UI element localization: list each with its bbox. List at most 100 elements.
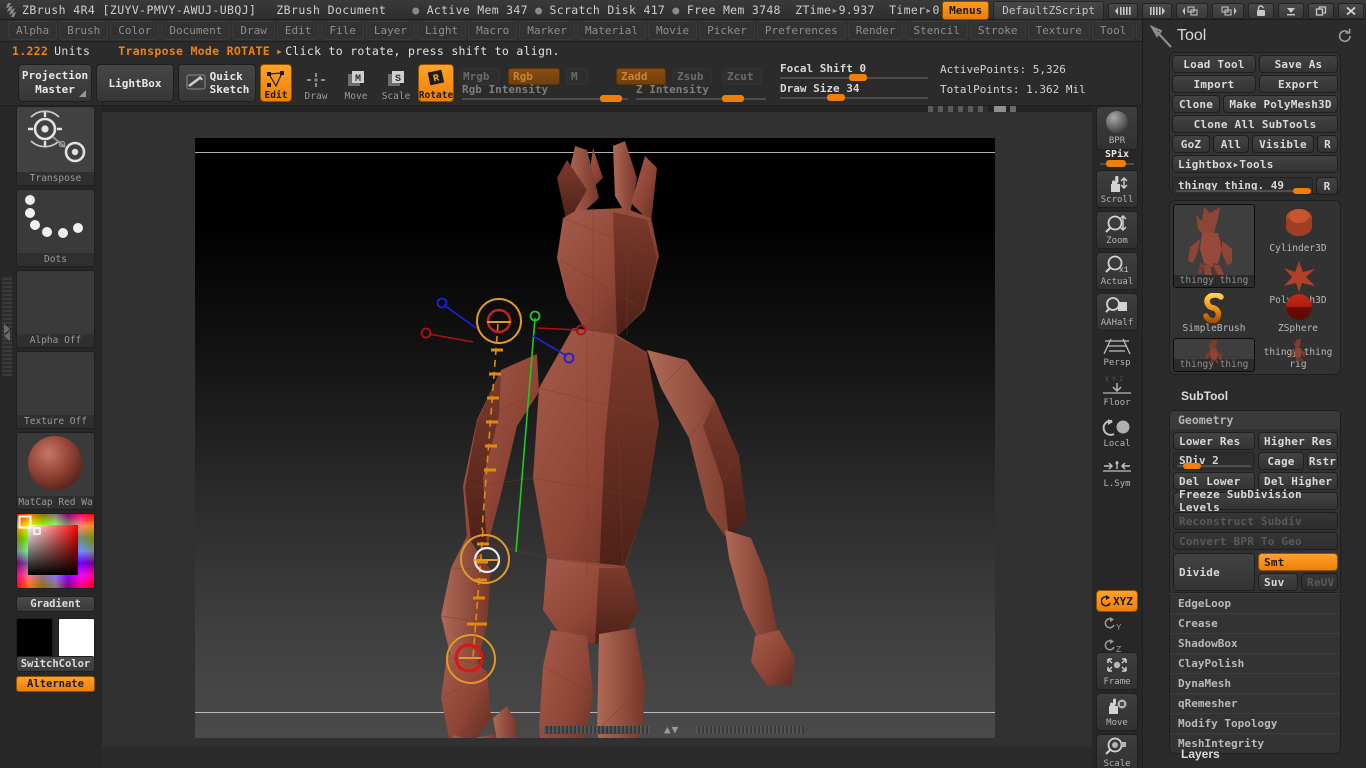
tool-thumb-thingy-thing-rig[interactable]: thingy thing rig [1259, 338, 1337, 372]
draw-button[interactable]: Draw [298, 66, 334, 102]
lightbox-tools-button[interactable]: Lightbox▸Tools [1172, 155, 1338, 173]
menu-item-brush[interactable]: Brush [59, 21, 109, 40]
current-tool-knob[interactable] [1293, 188, 1311, 194]
menus-button[interactable]: Menus [942, 1, 990, 20]
tool-thumb-thingy-thing-2[interactable]: thingy thing [1173, 338, 1255, 372]
menu-item-document[interactable]: Document [161, 21, 231, 40]
z-intensity-track[interactable] [636, 98, 766, 100]
lower-res-button[interactable]: Lower Res [1173, 432, 1255, 450]
scale-button[interactable]: S Scale [378, 66, 414, 102]
frame-button[interactable]: Frame [1096, 652, 1138, 690]
draw-size-track[interactable] [780, 97, 928, 99]
tool-thumb-cylinder3d[interactable]: Cylinder3D [1259, 204, 1337, 256]
menu-item-material[interactable]: Material [576, 21, 646, 40]
minimize-icon[interactable] [1278, 2, 1304, 19]
aahalf-button[interactable]: AAHalf [1096, 293, 1138, 331]
suv-button[interactable]: Suv [1258, 573, 1298, 591]
switchcolor-button[interactable]: SwitchColor [16, 656, 95, 672]
menu-item-macro[interactable]: Macro [468, 21, 518, 40]
move-view-button[interactable]: Move [1096, 693, 1138, 731]
rotate-xyz-button[interactable]: XYZ [1096, 590, 1138, 612]
menu-item-preferences[interactable]: Preferences [756, 21, 846, 40]
quick-sketch-button[interactable]: Quick Sketch [178, 64, 256, 102]
all-button[interactable]: All [1213, 135, 1249, 153]
cage-button[interactable]: Cage [1258, 452, 1304, 470]
rgb-intensity-knob[interactable] [600, 95, 622, 102]
local-button[interactable]: Local [1096, 414, 1138, 452]
rotate-button[interactable]: R Rotate [418, 64, 454, 102]
next-window-icon[interactable] [1212, 2, 1244, 19]
tool-thumb-thingy-thing[interactable]: thingy thing [1173, 204, 1255, 288]
current-tool-r-button[interactable]: R [1316, 177, 1338, 195]
section-modify-topology[interactable]: Modify Topology [1170, 713, 1340, 733]
tool-thumb-zsphere[interactable]: ZSphere [1259, 292, 1337, 336]
tool-thumb-simplebrush[interactable]: SimpleBrush [1173, 292, 1255, 336]
projection-master-button[interactable]: Projection Master [18, 64, 92, 102]
alternate-button[interactable]: Alternate [16, 676, 95, 692]
make-polymesh3d-button[interactable]: Make PolyMesh3D [1223, 95, 1338, 113]
goz-r-button[interactable]: R [1317, 135, 1338, 153]
layers-section-title[interactable]: Layers [1181, 747, 1220, 761]
canvas-area[interactable]: ▲▼ [102, 106, 1092, 746]
save-as-button[interactable]: Save As [1259, 55, 1338, 73]
next-zscript-icon[interactable] [1142, 2, 1172, 19]
section-shadowbox[interactable]: ShadowBox [1170, 633, 1340, 653]
section-edgeloop[interactable]: EdgeLoop [1170, 593, 1340, 613]
prev-window-icon[interactable] [1176, 2, 1208, 19]
menu-item-alpha[interactable]: Alpha [8, 21, 58, 40]
move-button[interactable]: M Move [338, 66, 374, 102]
menu-item-stencil[interactable]: Stencil [905, 21, 968, 40]
menu-item-tool[interactable]: Tool [1091, 21, 1135, 40]
smt-button[interactable]: Smt [1258, 553, 1338, 571]
prev-zscript-icon[interactable] [1108, 2, 1138, 19]
canvas-scroll-arrows-icon[interactable]: ▲▼ [664, 723, 679, 736]
floor-button[interactable]: X Y Z Floor [1096, 372, 1138, 410]
section-dynamesh[interactable]: DynaMesh [1170, 673, 1340, 693]
persp-button[interactable]: Persp [1096, 334, 1138, 370]
refresh-icon[interactable] [1337, 28, 1353, 47]
lsym-button[interactable]: L.Sym [1096, 456, 1138, 492]
texture-slot[interactable]: Texture Off [16, 351, 95, 429]
load-tool-button[interactable]: Load Tool [1172, 55, 1256, 73]
clone-button[interactable]: Clone [1172, 95, 1220, 113]
bpr-button[interactable]: BPR [1096, 106, 1138, 150]
model-viewport[interactable] [195, 138, 995, 738]
current-tool-slider[interactable]: thingy thing. 49 [1172, 177, 1313, 195]
spix-knob[interactable] [1106, 160, 1126, 167]
m-button[interactable]: M [566, 68, 588, 85]
close-icon[interactable] [1338, 2, 1364, 19]
menu-item-draw[interactable]: Draw [232, 21, 275, 40]
scale-view-button[interactable]: Scale [1096, 734, 1138, 768]
color-picker[interactable] [16, 513, 95, 589]
menu-item-layer[interactable]: Layer [365, 21, 415, 40]
higher-res-button[interactable]: Higher Res [1258, 432, 1338, 450]
geometry-header[interactable]: Geometry [1170, 411, 1340, 429]
gradient-button[interactable]: Gradient [16, 596, 95, 612]
sdiv-slider[interactable]: SDiv 2 [1173, 452, 1255, 470]
clone-all-subtools-button[interactable]: Clone All SubTools [1172, 115, 1338, 133]
edit-button[interactable]: Edit [260, 64, 292, 102]
document-canvas[interactable] [195, 138, 995, 738]
divide-button[interactable]: Divide [1173, 553, 1255, 591]
draw-size-knob[interactable] [827, 94, 845, 101]
lightbox-button[interactable]: LightBox [96, 64, 174, 102]
export-button[interactable]: Export [1259, 75, 1338, 93]
import-button[interactable]: Import [1172, 75, 1256, 93]
sdiv-knob[interactable] [1183, 463, 1201, 469]
goz-button[interactable]: GoZ [1172, 135, 1210, 153]
rotate-y-button[interactable]: Y [1096, 614, 1138, 636]
menu-item-render[interactable]: Render [847, 21, 904, 40]
rstr-button[interactable]: Rstr [1307, 452, 1338, 470]
menu-item-texture[interactable]: Texture [1027, 21, 1090, 40]
zcut-button[interactable]: Zcut [722, 68, 762, 85]
section-claypolish[interactable]: ClayPolish [1170, 653, 1340, 673]
z-intensity-knob[interactable] [722, 95, 744, 102]
menu-item-edit[interactable]: Edit [276, 21, 320, 40]
visible-button[interactable]: Visible [1252, 135, 1314, 153]
freeze-subdivision-button[interactable]: Freeze SubDivision Levels [1173, 488, 1338, 514]
stroke-slot[interactable]: Dots [16, 189, 95, 267]
menu-item-light[interactable]: Light [416, 21, 467, 40]
lock-icon[interactable] [1248, 2, 1274, 19]
canvas-scrollbar[interactable]: ▲▼ [204, 723, 1194, 736]
zscript-button[interactable]: DefaultZScript [993, 1, 1104, 20]
